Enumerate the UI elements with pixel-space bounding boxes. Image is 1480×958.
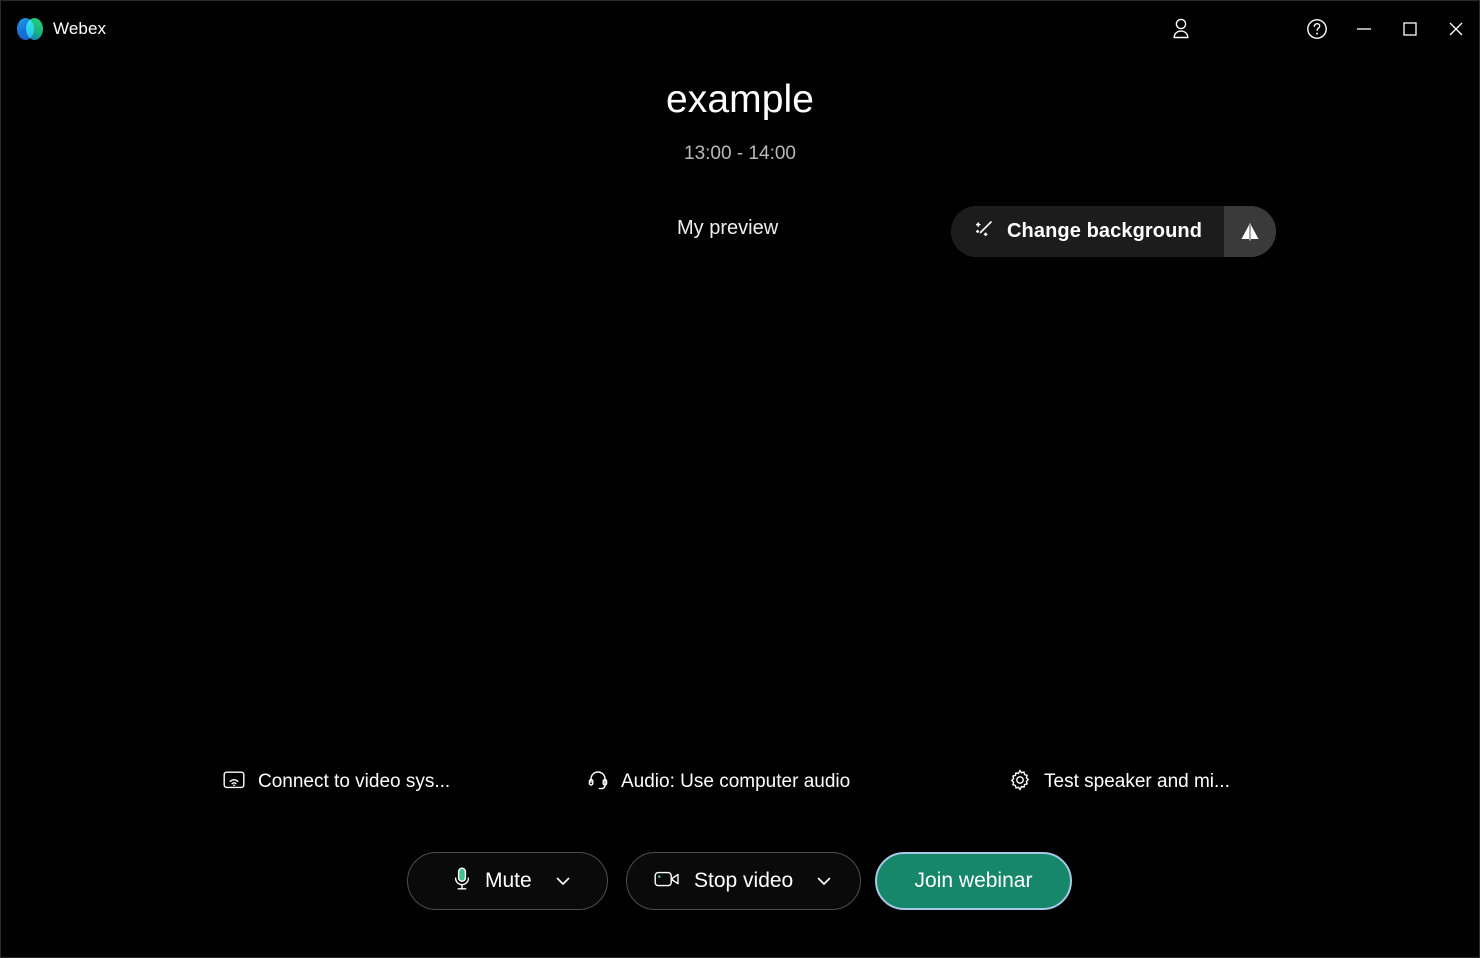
mirror-flip-icon[interactable] <box>1224 206 1277 257</box>
minimize-icon[interactable] <box>1341 2 1387 56</box>
gear-icon <box>1008 768 1032 797</box>
webex-logo-icon <box>17 17 43 40</box>
microphone-icon <box>452 866 472 897</box>
self-video-preview <box>2 259 1478 739</box>
join-webinar-button[interactable]: Join webinar <box>875 852 1072 910</box>
magic-wand-icon <box>973 218 995 245</box>
cast-screen-icon <box>222 769 246 796</box>
mute-options-chevron-down-icon[interactable] <box>532 871 594 891</box>
background-controls-group: Change background <box>951 206 1277 257</box>
connect-to-video-system-button[interactable]: Connect to video sys... <box>222 763 450 801</box>
close-icon[interactable] <box>1433 2 1479 56</box>
change-background-button[interactable]: Change background <box>951 206 1225 257</box>
mute-button[interactable]: Mute <box>407 852 608 910</box>
audio-setting-button[interactable]: Audio: Use computer audio <box>587 763 850 801</box>
preview-row: My preview Change background <box>1 206 1479 258</box>
webex-preview-window: Webex example 13:00 - 14:00 My preview C… <box>0 0 1480 958</box>
meeting-title: example <box>665 78 815 121</box>
my-preview-label: My preview <box>677 217 779 239</box>
test-speaker-microphone-label: Test speaker and mi... <box>1044 771 1230 792</box>
device-options-row: Connect to video sys... Audio: Use compu… <box>1 763 1479 803</box>
maximize-icon[interactable] <box>1387 2 1433 56</box>
headset-icon <box>587 768 609 797</box>
titlebar: Webex <box>1 1 1479 56</box>
video-options-chevron-down-icon[interactable] <box>793 871 855 891</box>
mute-button-main[interactable]: Mute <box>408 866 532 897</box>
meeting-time-range: 13:00 - 14:00 <box>684 143 796 164</box>
app-brand: Webex <box>1 17 107 40</box>
app-name: Webex <box>53 18 107 38</box>
window-controls <box>1341 1 1479 56</box>
titlebar-controls <box>1157 1 1479 56</box>
action-bar: Mute Stop video Join webinar <box>1 852 1479 912</box>
mute-button-label: Mute <box>485 869 532 892</box>
help-circle-icon[interactable] <box>1293 6 1341 52</box>
stop-video-button[interactable]: Stop video <box>626 852 861 910</box>
person-icon[interactable] <box>1157 6 1205 52</box>
test-speaker-microphone-button[interactable]: Test speaker and mi... <box>1008 763 1230 801</box>
connect-to-video-system-label: Connect to video sys... <box>258 771 451 792</box>
stop-video-button-label: Stop video <box>694 869 794 892</box>
stop-video-button-main[interactable]: Stop video <box>627 868 793 895</box>
camera-icon <box>653 868 681 895</box>
change-background-label: Change background <box>1007 220 1203 242</box>
audio-setting-label: Audio: Use computer audio <box>621 771 851 792</box>
